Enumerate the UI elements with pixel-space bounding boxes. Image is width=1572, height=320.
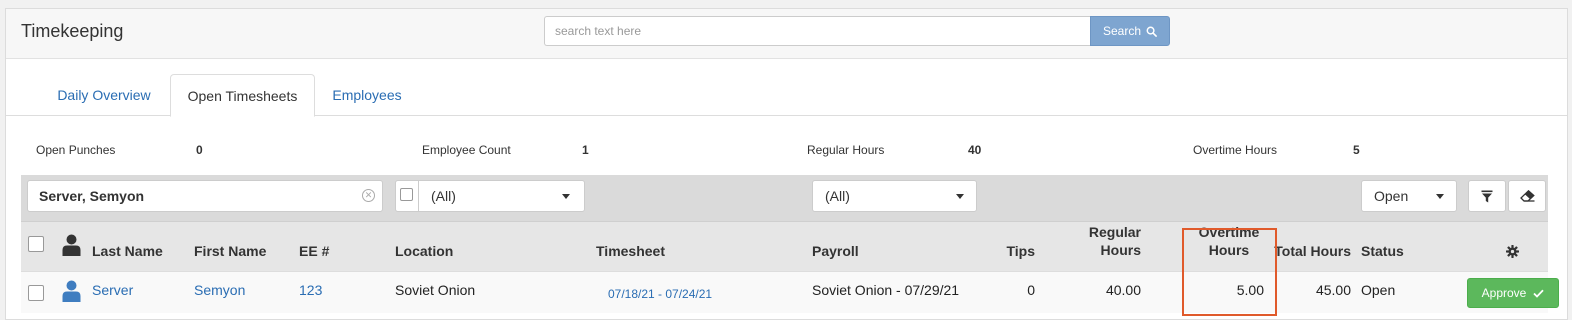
clear-filters-button[interactable]: [1508, 180, 1546, 212]
column-header-timesheet[interactable]: Timesheet: [596, 243, 665, 259]
table-header: Last Name First Name EE # Location Times…: [21, 221, 1548, 271]
stat-open-punches-label: Open Punches: [36, 143, 116, 157]
column-header-ee[interactable]: EE #: [299, 243, 329, 259]
eraser-icon: [1519, 190, 1535, 202]
search-button-label: Search: [1102, 24, 1142, 38]
clear-icon[interactable]: ✕: [362, 189, 375, 202]
overtime-highlight-box: [1182, 228, 1277, 316]
payroll-filter-value: (All): [825, 188, 850, 204]
cell-timesheet[interactable]: 07/18/21 - 07/24/21: [608, 287, 712, 301]
stat-overtime-hours-value: 5: [1353, 143, 1360, 157]
cell-tips: 0: [1027, 282, 1035, 298]
column-header-location[interactable]: Location: [395, 243, 453, 259]
stat-employee-count-label: Employee Count: [422, 143, 511, 157]
chevron-down-icon: [1436, 194, 1444, 199]
tab-daily-overview[interactable]: Daily Overview: [40, 74, 168, 116]
table-row: Server Semyon 123 Soviet Onion 07/18/21 …: [21, 271, 1559, 313]
chevron-down-icon: [562, 194, 570, 199]
cell-last-name[interactable]: Server: [92, 282, 133, 298]
payroll-filter-select[interactable]: (All): [812, 180, 977, 212]
person-icon: [62, 234, 81, 256]
approve-button-label: Approve: [1481, 286, 1527, 300]
select-all-checkbox[interactable]: [28, 236, 44, 252]
column-header-status[interactable]: Status: [1361, 243, 1404, 259]
stat-open-punches-value: 0: [196, 143, 203, 157]
status-filter-value: Open: [1374, 188, 1409, 204]
search-icon: [1146, 26, 1157, 37]
stat-regular-hours-value: 40: [968, 143, 982, 157]
cell-ee[interactable]: 123: [299, 282, 322, 298]
column-header-last-name[interactable]: Last Name: [92, 243, 163, 259]
tab-open-timesheets[interactable]: Open Timesheets: [170, 74, 315, 117]
cell-location: Soviet Onion: [395, 282, 476, 298]
location-filter-group: (All): [395, 180, 585, 212]
stat-overtime-hours-label: Overtime Hours: [1193, 143, 1278, 157]
page-title: Timekeeping: [21, 21, 124, 41]
chevron-down-icon: [956, 194, 964, 199]
filter-button[interactable]: [1468, 180, 1506, 212]
column-header-regular-line1: Regular: [1088, 224, 1141, 240]
column-header-regular-line2: Hours: [1100, 242, 1141, 258]
tab-bar: Daily Overview Open Timesheets Employees: [6, 74, 1567, 117]
column-header-tips[interactable]: Tips: [981, 243, 1035, 259]
approve-button[interactable]: Approve: [1467, 278, 1559, 308]
column-header-payroll[interactable]: Payroll: [812, 243, 859, 259]
column-header-first-name[interactable]: First Name: [194, 243, 266, 259]
search-input[interactable]: [544, 16, 1090, 46]
cell-first-name[interactable]: Semyon: [194, 282, 245, 298]
top-bar: Timekeeping Search: [6, 9, 1567, 59]
person-icon: [62, 280, 81, 302]
stat-employee-count-value: 1: [582, 143, 589, 157]
timekeeping-window: Timekeeping Search Daily Overview Open T…: [5, 8, 1568, 320]
name-filter-value: Server, Semyon: [39, 188, 145, 204]
filter-bar: Server, Semyon ✕ (All) (All) Open: [21, 175, 1548, 221]
checkmark-icon: [1533, 289, 1544, 298]
stat-regular-hours-label: Regular Hours: [807, 143, 885, 157]
search-button[interactable]: Search: [1090, 16, 1170, 46]
cell-payroll: Soviet Onion - 07/29/21: [812, 282, 960, 298]
gear-icon[interactable]: [1506, 245, 1519, 258]
filter-icon: [1481, 190, 1493, 202]
cell-regular-hours: 40.00: [1105, 282, 1141, 298]
row-checkbox[interactable]: [28, 285, 44, 301]
cell-status: Open: [1361, 282, 1396, 298]
tab-employees[interactable]: Employees: [318, 74, 416, 116]
status-filter-select[interactable]: Open: [1361, 180, 1457, 212]
divider: [418, 181, 419, 211]
location-filter-checkbox[interactable]: [400, 188, 413, 201]
name-filter-input[interactable]: Server, Semyon ✕: [27, 180, 383, 212]
column-header-regular-hours[interactable]: Regular Hours: [1061, 224, 1141, 258]
location-filter-value[interactable]: (All): [431, 188, 456, 204]
